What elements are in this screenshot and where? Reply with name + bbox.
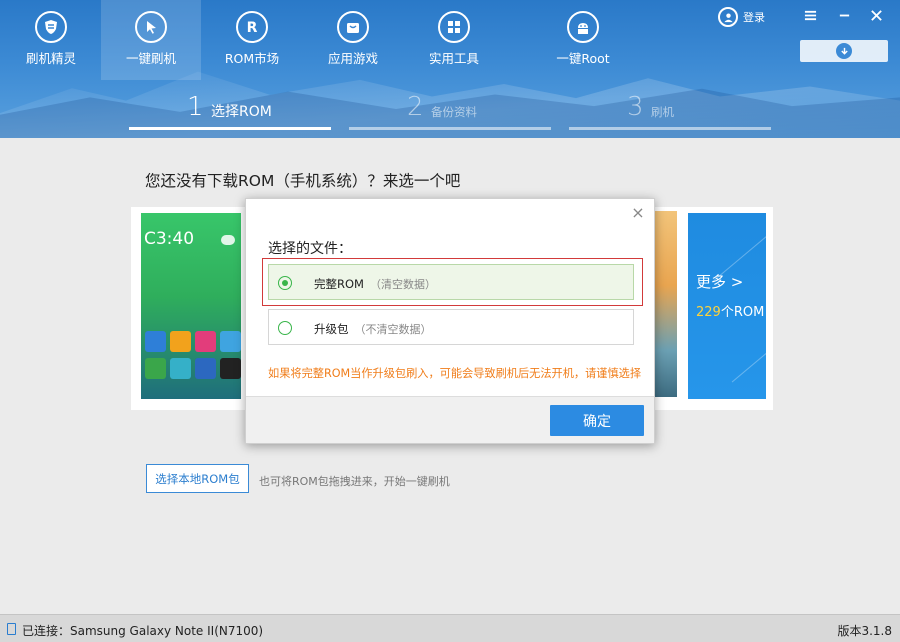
radio-unselected-icon[interactable] — [278, 321, 292, 335]
app-tile — [145, 358, 166, 379]
step-progress-bar — [349, 127, 551, 130]
login-label: 登录 — [743, 11, 765, 24]
shield-icon — [35, 11, 67, 43]
android-icon — [567, 11, 599, 43]
svg-text:R: R — [247, 20, 258, 35]
rom-preview-card[interactable]: C3:40 — [141, 213, 241, 399]
radio-selected-icon[interactable] — [278, 276, 292, 290]
step-progress-bar — [129, 127, 331, 130]
rom-count: 229个ROM — [696, 301, 764, 320]
page-title: 您还没有下载ROM（手机系统）？来选一个吧 — [145, 172, 461, 190]
more-label: 更多 > — [696, 273, 744, 291]
app-tile — [170, 331, 191, 352]
option-update-package[interactable]: 升级包 （不清空数据） — [268, 309, 634, 345]
phone-icon — [7, 623, 16, 635]
download-manager-button[interactable] — [800, 40, 888, 62]
nav-item-one-click-flash[interactable]: 一键刷机 — [101, 0, 201, 80]
step-label: 刷机 — [651, 105, 674, 119]
app-tile — [170, 358, 191, 379]
nav-label: ROM市场 — [224, 51, 280, 66]
option-label: 升级包 （不清空数据） — [314, 322, 432, 336]
nav-label: 一键刷机 — [125, 51, 176, 66]
status-bar: 已连接：Samsung Galaxy Note II(N7100) 版本3.1.… — [0, 614, 900, 642]
option-full-rom[interactable]: 完整ROM （清空数据） — [268, 264, 634, 300]
nav-label: 刷机精灵 — [25, 51, 76, 66]
nav-item-tools[interactable]: 实用工具 — [404, 0, 504, 80]
rom-r-icon: R — [236, 11, 268, 43]
preview-clock: C3:40 — [144, 229, 195, 249]
nav-item-apps-games[interactable]: 应用游戏 — [303, 0, 403, 80]
download-arrow-icon — [836, 43, 852, 59]
version-label: 版本3.1.8 — [837, 624, 892, 638]
close-window-icon[interactable] — [867, 6, 885, 24]
option-label: 完整ROM （清空数据） — [314, 277, 436, 291]
option-note: （不清空数据） — [354, 323, 432, 336]
dialog-footer: 确定 — [246, 396, 654, 443]
nav-label: 一键Root — [556, 51, 610, 66]
bag-icon — [337, 11, 369, 43]
preview-app-grid — [145, 331, 241, 379]
nav-label: 实用工具 — [428, 51, 479, 66]
confirm-button[interactable]: 确定 — [550, 405, 644, 436]
drag-hint-text: 也可将ROM包拖拽进来，开始一键刷机 — [259, 475, 450, 488]
app-tile — [145, 331, 166, 352]
warning-text: 如果将完整ROM当作升级包刷入，可能会导致刷机后无法开机，请谨慎选择 — [268, 367, 642, 380]
rom-preview-card[interactable] — [653, 211, 677, 397]
nav-item-rom-market[interactable]: R ROM市场 — [202, 0, 302, 80]
rom-count-suffix: 个ROM — [720, 305, 765, 320]
app-tile — [195, 331, 216, 352]
step-number: 2 — [407, 92, 424, 122]
rom-count-number: 229 — [696, 305, 721, 320]
app-tile — [220, 331, 241, 352]
option-note: （清空数据） — [369, 278, 436, 291]
menu-icon[interactable] — [801, 6, 819, 24]
app-tile — [220, 358, 241, 379]
step-label: 备份资料 — [431, 105, 477, 119]
connection-status: 已连接：Samsung Galaxy Note II(N7100) — [22, 624, 264, 638]
app-header: 刷机精灵 一键刷机 R ROM市场 应用游戏 实用工具 一键Root 登录 1 … — [0, 0, 900, 138]
nav-label: 应用游戏 — [327, 51, 378, 66]
step-number: 1 — [187, 92, 204, 122]
cursor-icon — [135, 11, 167, 43]
nav-item-one-click-root[interactable]: 一键Root — [533, 0, 633, 80]
select-local-rom-button[interactable]: 选择本地ROM包 — [146, 464, 249, 493]
app-tile — [195, 358, 216, 379]
close-icon[interactable]: × — [630, 203, 646, 222]
more-roms-card[interactable]: 更多 > 229个ROM — [688, 213, 766, 399]
step-label: 选择ROM — [211, 104, 272, 120]
step-backup: 2 备份资料 — [349, 92, 551, 130]
step-flash: 3 刷机 — [569, 92, 771, 130]
file-type-dialog: × 选择的文件： 完整ROM （清空数据） 升级包 （不清空数据） 如果将完整ROM… — [245, 198, 655, 444]
step-select-rom: 1 选择ROM — [129, 92, 331, 130]
grid-icon — [438, 11, 470, 43]
step-number: 3 — [627, 92, 644, 122]
user-icon — [718, 7, 738, 27]
step-progress-bar — [569, 127, 771, 130]
login-button[interactable]: 登录 — [718, 6, 765, 28]
dialog-title: 选择的文件： — [268, 241, 352, 257]
nav-item-flash-wizard[interactable]: 刷机精灵 — [1, 0, 101, 80]
minimize-icon[interactable] — [835, 6, 853, 24]
cloud-icon — [221, 235, 235, 245]
